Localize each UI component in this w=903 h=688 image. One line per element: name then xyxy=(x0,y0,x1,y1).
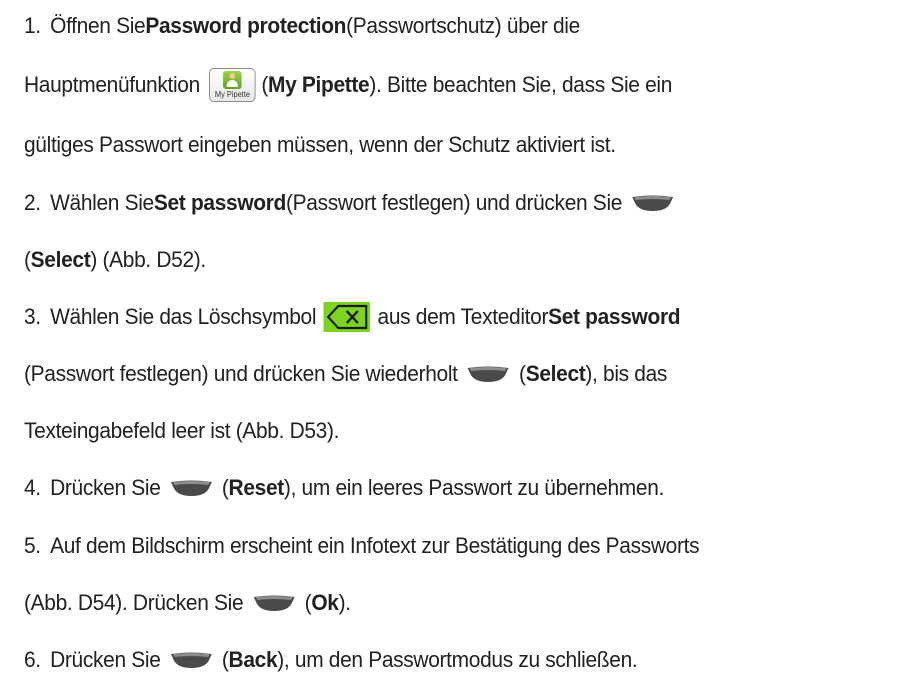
step-number: 5. xyxy=(24,533,41,558)
softkey-icon xyxy=(467,365,510,383)
term-bold: Set password xyxy=(153,190,287,215)
text: Wählen Sie das Löschsymbol xyxy=(50,304,317,329)
text: ), um den Passwortmodus zu schließen. xyxy=(277,647,638,672)
term-bold: My Pipette xyxy=(267,72,370,97)
step-number: 2. xyxy=(24,190,41,215)
text: Auf dem Bildschirm erscheint ein Infotex… xyxy=(50,533,700,558)
softkey-icon xyxy=(170,651,213,669)
step-5-line-2: (Abb. D54). Drücken Sie (Ok). xyxy=(24,583,351,623)
step-2-line-2: (Select) (Abb. D52). xyxy=(24,240,206,280)
softkey-icon xyxy=(253,594,296,612)
term-bold: Password protection xyxy=(145,13,347,38)
text: aus dem Texteditor xyxy=(377,304,549,329)
text: ( xyxy=(221,647,229,672)
text: ). xyxy=(338,590,351,615)
step-number: 6. xyxy=(24,647,41,672)
term-bold: Reset xyxy=(228,475,285,500)
step-number: 4. xyxy=(24,475,41,500)
term-bold: Select xyxy=(30,247,91,272)
text: (Passwort festlegen) und drücken Sie xyxy=(286,190,623,215)
step-number: 3. xyxy=(24,304,41,329)
text: ). Bitte beachten Sie, dass Sie ein xyxy=(369,72,673,97)
text: (Passwort festlegen) und drücken Sie wie… xyxy=(24,361,458,386)
text: Drücken Sie xyxy=(50,475,161,500)
text: ) (Abb. D52). xyxy=(90,247,206,272)
text: Hauptmenüfunktion xyxy=(24,72,200,97)
user-icon xyxy=(223,71,242,89)
text: ( xyxy=(261,72,268,97)
icon-caption: My Pipette xyxy=(214,90,251,99)
text: ( xyxy=(304,590,312,615)
step-3-line-1: 3. Wählen Sie das Löschsymbol aus dem Te… xyxy=(24,297,681,337)
step-4-line-1: 4. Drücken Sie (Reset), um ein leeres Pa… xyxy=(24,468,664,508)
text: (Abb. D54). Drücken Sie xyxy=(24,590,244,615)
delete-icon xyxy=(323,302,371,332)
step-6-line-1: 6. Drücken Sie (Back), um den Passwortmo… xyxy=(24,640,638,680)
text: Drücken Sie xyxy=(50,647,161,672)
softkey-icon xyxy=(170,479,213,497)
text: ( xyxy=(221,475,229,500)
text: (Passwortschutz) über die xyxy=(346,13,580,38)
step-1-line-1: 1. Öffnen Sie Password protection (Passw… xyxy=(24,6,580,46)
step-2-line-1: 2. Wählen Sie Set password (Passwort fes… xyxy=(24,183,683,223)
text: ), um ein leeres Passwort zu übernehmen. xyxy=(283,475,665,500)
text: Wählen Sie xyxy=(50,190,154,215)
text: Texteingabefeld leer ist (Abb. D53). xyxy=(24,418,340,443)
text: Öffnen Sie xyxy=(50,13,146,38)
term-bold: Select xyxy=(525,361,586,386)
my-pipette-icon: My Pipette xyxy=(209,68,256,102)
text: gültiges Passwort eingeben müssen, wenn … xyxy=(24,132,616,157)
step-3-line-3: Texteingabefeld leer ist (Abb. D53). xyxy=(24,411,339,451)
step-1-line-3: gültiges Passwort eingeben müssen, wenn … xyxy=(24,125,616,165)
term-bold: Back xyxy=(228,647,278,672)
step-number: 1. xyxy=(24,13,41,38)
term-bold: Set password xyxy=(548,304,681,329)
softkey-icon xyxy=(631,194,674,212)
text: ), bis das xyxy=(585,361,668,386)
text: ( xyxy=(519,361,526,386)
step-1-line-2: Hauptmenüfunktion My Pipette (My Pipette… xyxy=(24,65,672,105)
step-5-line-1: 5. Auf dem Bildschirm erscheint ein Info… xyxy=(24,526,700,566)
term-bold: Ok xyxy=(311,590,339,615)
step-3-line-2: (Passwort festlegen) und drücken Sie wie… xyxy=(24,354,667,394)
